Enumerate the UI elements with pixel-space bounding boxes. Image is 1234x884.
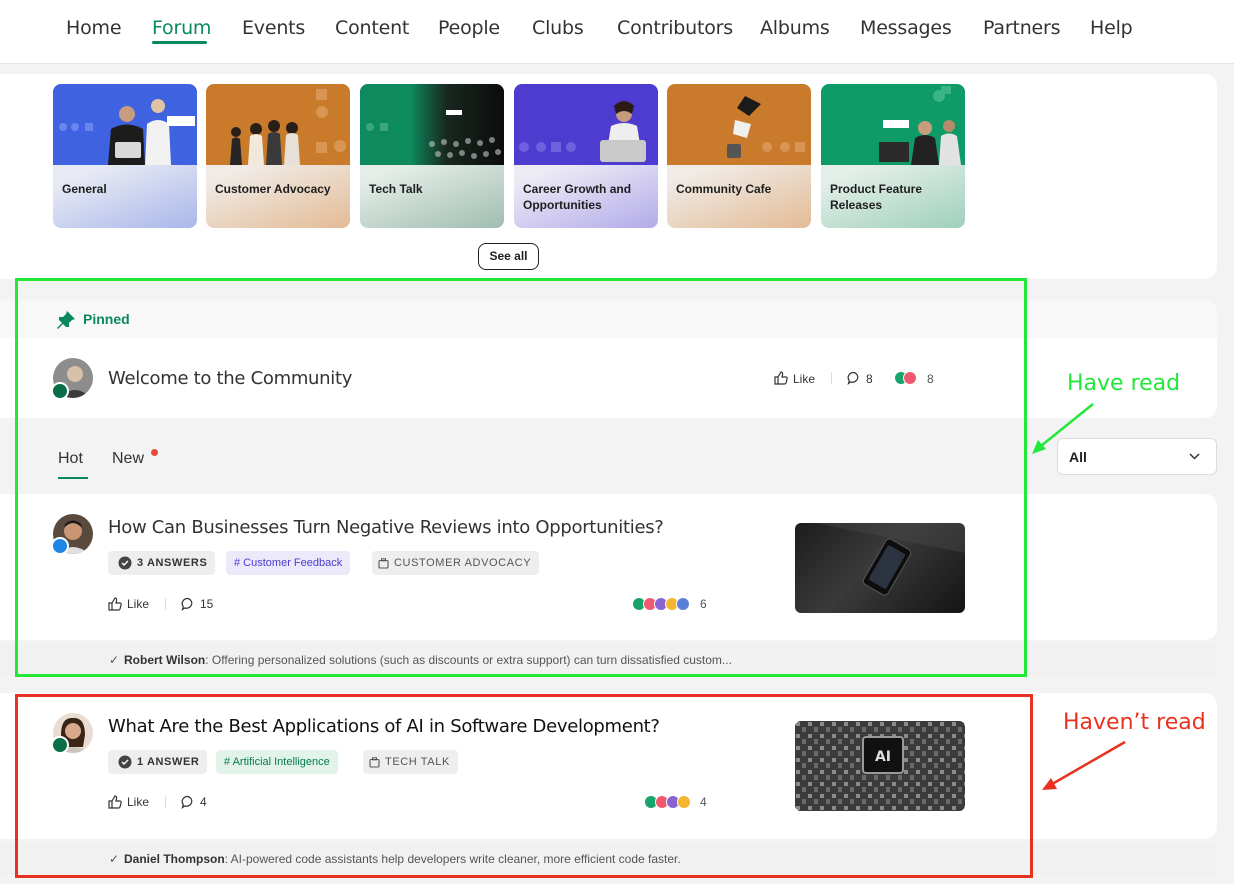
category-card-tech-talk[interactable]: Tech Talk [360, 84, 504, 228]
category-card-product-feature-releases[interactable]: Product Feature Releases [821, 84, 965, 228]
read-annotation: Have read [1067, 371, 1181, 396]
audience-illustration [360, 84, 504, 165]
nav-contributors[interactable]: Contributors [617, 17, 733, 39]
team-illustration [230, 89, 346, 165]
unread-highlight-box [15, 694, 1033, 878]
laptop-woman-illustration [519, 101, 646, 162]
unread-annotation: Haven’t read [1063, 710, 1206, 735]
nav-clubs[interactable]: Clubs [532, 17, 584, 39]
category-label: Customer Advocacy [215, 182, 331, 196]
top-navigation: Home Forum Events Content People Clubs C… [0, 0, 1234, 64]
category-image [667, 84, 811, 165]
category-image [821, 84, 965, 165]
nav-events[interactable]: Events [242, 17, 305, 39]
chevron-down-icon [1189, 453, 1200, 460]
category-label: General [62, 182, 107, 196]
read-highlight-box [15, 278, 1027, 677]
category-label: Career Growth and Opportunities [523, 182, 632, 212]
nav-forum[interactable]: Forum [152, 17, 211, 39]
category-label: Product Feature Releases [830, 182, 923, 212]
unread-arrow [1042, 740, 1126, 790]
nav-albums[interactable]: Albums [760, 17, 830, 39]
office-illustration [879, 86, 961, 165]
nav-people[interactable]: People [438, 17, 500, 39]
category-image [514, 84, 658, 165]
category-card-customer-advocacy[interactable]: Customer Advocacy [206, 84, 350, 228]
coffee-illustration [727, 96, 805, 158]
category-image [53, 84, 197, 165]
category-card-community-cafe[interactable]: Community Cafe [667, 84, 811, 228]
nav-partners[interactable]: Partners [983, 17, 1061, 39]
nav-help[interactable]: Help [1090, 17, 1133, 39]
nav-content[interactable]: Content [335, 17, 409, 39]
category-card-career-growth[interactable]: Career Growth and Opportunities [514, 84, 658, 228]
see-all-button[interactable]: See all [478, 243, 539, 270]
category-card-general[interactable]: General [53, 84, 197, 228]
read-arrow [1032, 403, 1094, 454]
category-image [360, 84, 504, 165]
category-image [206, 84, 350, 165]
people-illustration [59, 99, 195, 165]
nav-active-indicator [152, 41, 207, 44]
category-label: Tech Talk [369, 182, 423, 196]
nav-messages[interactable]: Messages [860, 17, 952, 39]
category-label: Community Cafe [676, 182, 772, 196]
nav-home[interactable]: Home [66, 17, 122, 39]
